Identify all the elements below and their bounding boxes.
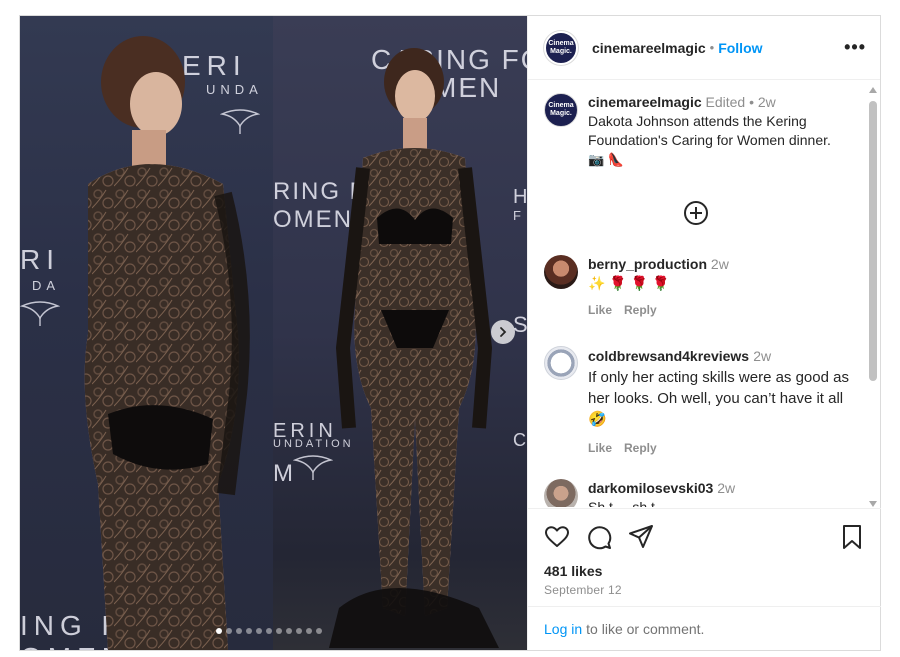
heart-icon[interactable] <box>544 524 570 550</box>
avatar[interactable] <box>544 479 578 507</box>
backdrop-text: C <box>513 430 527 450</box>
avatar[interactable] <box>544 346 578 380</box>
comment-item: coldbrewsand4kreviews 2w If only her act… <box>544 346 850 459</box>
avatar-text: Cinema Magic. <box>548 39 574 55</box>
caption-username[interactable]: cinemareelmagic <box>588 94 702 110</box>
login-link[interactable]: Log in <box>544 621 582 637</box>
separator-dot: • <box>709 40 715 55</box>
carousel-dot <box>316 628 322 634</box>
carousel-dot <box>266 628 272 634</box>
comments-scrollbar[interactable] <box>868 87 878 507</box>
likes-count[interactable]: 481 likes <box>544 563 865 579</box>
post-header: Cinema Magic. cinemareelmagic • Follow •… <box>528 16 880 80</box>
woman-figure-front-view <box>329 48 499 648</box>
reply-button[interactable]: Reply <box>624 438 657 459</box>
avatar[interactable]: Cinema Magic. <box>544 30 578 65</box>
post-media-carousel[interactable]: ERI UNDA RI DA ING FO OMEN <box>20 16 527 650</box>
caption-text: Dakota Johnson attends the Kering Founda… <box>588 113 831 148</box>
caption-meta: Edited • 2w <box>705 94 776 110</box>
avatar[interactable] <box>544 255 578 289</box>
like-comment-button[interactable]: Like <box>588 438 612 459</box>
kering-logo-icon <box>293 455 333 480</box>
comments-list[interactable]: Cinema Magic. cinemareelmagic Edited • 2… <box>528 81 881 507</box>
carousel-dot <box>306 628 312 634</box>
comment-text: If only her acting skills were as good a… <box>588 369 849 428</box>
carousel-dot <box>236 628 242 634</box>
caption-emojis: 📷 👠 <box>588 152 624 167</box>
carousel-dot <box>296 628 302 634</box>
comment-time: 2w <box>753 348 772 364</box>
carousel-next-button[interactable] <box>491 320 515 344</box>
backdrop-text: M <box>273 460 299 487</box>
comment-time: 2w <box>710 256 729 272</box>
scroll-down-arrow-icon[interactable] <box>869 501 877 507</box>
comment-item: darkomilosevski03 2w Sh t ... sh t <box>544 479 850 507</box>
chevron-right-icon <box>500 327 507 337</box>
avatar[interactable]: Cinema Magic. <box>544 93 578 127</box>
reply-button[interactable]: Reply <box>624 301 657 320</box>
scrollbar-thumb[interactable] <box>869 101 877 381</box>
comment-time: 2w <box>717 480 736 496</box>
comment-icon[interactable] <box>586 524 612 550</box>
comment-username[interactable]: coldbrewsand4kreviews <box>588 348 749 364</box>
carousel-indicator <box>216 628 322 634</box>
carousel-dot <box>226 628 232 634</box>
plus-circle-icon[interactable] <box>683 200 709 226</box>
carousel-dot <box>286 628 292 634</box>
comment-text: ✨ 🌹 🌹 🌹 <box>588 275 670 291</box>
carousel-dot <box>216 628 222 634</box>
post-date: September 12 <box>544 583 622 597</box>
backdrop-text: S <box>513 312 527 337</box>
instagram-post: ERI UNDA RI DA ING FO OMEN <box>19 15 881 651</box>
like-comment-button[interactable]: Like <box>588 301 612 320</box>
post-actions: 481 likes September 12 <box>528 508 881 597</box>
backdrop-text: F <box>513 208 526 223</box>
post-side-panel: Cinema Magic. cinemareelmagic • Follow •… <box>527 16 881 650</box>
login-prompt: Log in to like or comment. <box>528 606 881 650</box>
scroll-up-arrow-icon[interactable] <box>869 87 877 93</box>
comment-item: berny_production 2w ✨ 🌹 🌹 🌹 Like Reply <box>544 255 850 320</box>
photo-back-view: ERI UNDA RI DA ING FO OMEN <box>20 16 273 650</box>
backdrop-text: H <box>513 186 527 208</box>
carousel-dot <box>256 628 262 634</box>
avatar-text: Cinema Magic. <box>548 102 574 117</box>
comment-text: Sh t ... sh t <box>588 499 655 507</box>
bookmark-icon[interactable] <box>839 524 865 550</box>
share-icon[interactable] <box>628 524 654 550</box>
carousel-dot <box>246 628 252 634</box>
follow-button[interactable]: Follow <box>718 40 762 56</box>
carousel-dot <box>276 628 282 634</box>
ellipsis-icon: ••• <box>844 37 866 57</box>
photo-front-view: CARING FOR MEN RING FO OMEN ERIN UNDATIO… <box>273 16 527 650</box>
login-prompt-text: to like or comment. <box>586 620 705 637</box>
comment-username[interactable]: berny_production <box>588 256 707 272</box>
username-link[interactable]: cinemareelmagic <box>592 40 706 56</box>
more-options-button[interactable]: ••• <box>844 37 866 58</box>
caption: Cinema Magic. cinemareelmagic Edited • 2… <box>544 93 850 169</box>
comment-username[interactable]: darkomilosevski03 <box>588 480 713 496</box>
woman-figure-back-view <box>84 36 250 650</box>
